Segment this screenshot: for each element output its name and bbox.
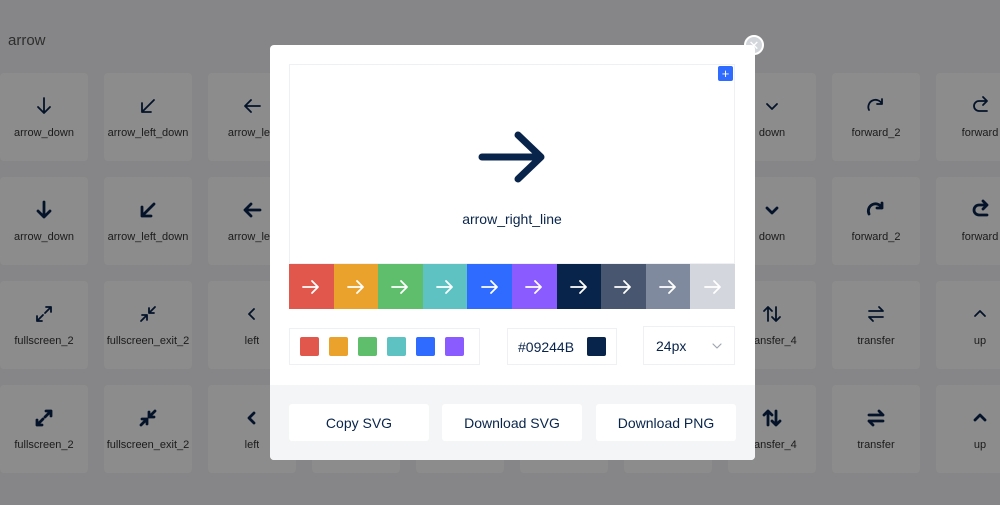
palette-color-chip[interactable] bbox=[329, 337, 348, 356]
arrow-right-line-icon bbox=[478, 131, 545, 183]
arrow-right-line-icon bbox=[391, 279, 409, 294]
color-preview-swatch[interactable] bbox=[422, 264, 468, 309]
arrow-right-line-icon bbox=[346, 279, 364, 294]
color-preview-swatch[interactable] bbox=[511, 264, 557, 309]
color-preview-swatch[interactable] bbox=[289, 264, 334, 309]
modal-footer: Copy SVG Download SVG Download PNG bbox=[270, 385, 755, 460]
palette-color-chip[interactable] bbox=[416, 337, 435, 356]
palette-color-chip[interactable] bbox=[445, 337, 464, 356]
plus-icon: + bbox=[721, 66, 730, 81]
arrow-right-line-icon bbox=[659, 279, 676, 294]
download-png-button[interactable]: Download PNG bbox=[596, 404, 736, 441]
palette-color-chip[interactable] bbox=[358, 337, 377, 356]
color-preview-swatch[interactable] bbox=[378, 264, 423, 309]
color-palette bbox=[289, 328, 480, 365]
download-svg-button[interactable]: Download SVG bbox=[442, 404, 582, 441]
palette-color-chip[interactable] bbox=[300, 337, 319, 356]
palette-color-chip[interactable] bbox=[387, 337, 406, 356]
color-preview-swatch[interactable] bbox=[601, 264, 646, 309]
arrow-right-line-icon bbox=[525, 279, 543, 294]
size-value: 24px bbox=[656, 337, 687, 354]
controls-row: #09244B 24px bbox=[289, 326, 735, 366]
color-preview-swatch[interactable] bbox=[467, 264, 512, 309]
arrow-right-line-icon bbox=[480, 279, 498, 294]
hex-color-value: #09244B bbox=[518, 338, 575, 355]
hex-color-input[interactable]: #09244B bbox=[507, 328, 617, 365]
color-preview-swatch[interactable] bbox=[333, 264, 379, 309]
chevron-down-icon bbox=[712, 342, 722, 349]
add-button[interactable]: + bbox=[718, 66, 733, 81]
icon-preview: + arrow_right_line bbox=[289, 64, 735, 264]
current-color-swatch[interactable] bbox=[587, 337, 606, 356]
color-preview-strip bbox=[289, 264, 735, 309]
copy-svg-button[interactable]: Copy SVG bbox=[289, 404, 429, 441]
arrow-right-line-icon bbox=[302, 279, 320, 294]
size-select[interactable]: 24px bbox=[643, 326, 735, 365]
arrow-right-line-icon bbox=[703, 279, 721, 294]
icon-name: arrow_right_line bbox=[462, 211, 562, 227]
arrow-right-line-icon bbox=[614, 279, 632, 294]
color-preview-swatch[interactable] bbox=[690, 264, 735, 309]
icon-detail-modal: + arrow_right_line #09244B 24px Copy SVG… bbox=[270, 45, 755, 460]
arrow-right-line-icon bbox=[436, 279, 453, 294]
color-preview-swatch[interactable] bbox=[556, 264, 602, 309]
color-preview-swatch[interactable] bbox=[645, 264, 691, 309]
arrow-right-line-icon bbox=[569, 279, 587, 294]
